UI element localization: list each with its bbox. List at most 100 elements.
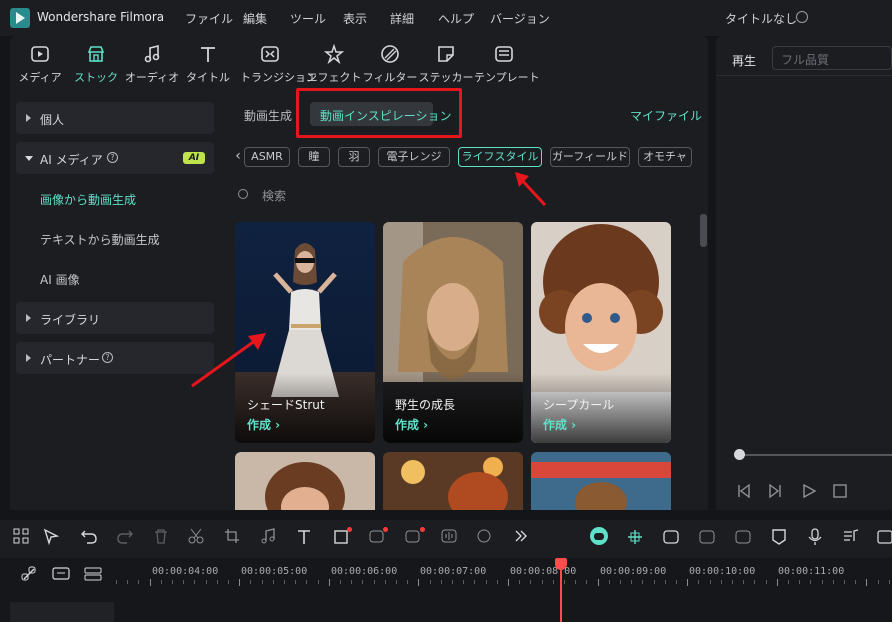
notification-dot xyxy=(347,527,352,532)
sidebar-sub-image-to-video[interactable]: 画像から動画生成 xyxy=(40,191,136,208)
tab-sticker[interactable]: ステッカー xyxy=(416,40,476,85)
music-list-icon[interactable] xyxy=(842,528,860,546)
audio-wave-icon[interactable] xyxy=(441,528,457,544)
ruler-tick xyxy=(306,580,307,584)
red-arrow-annotation xyxy=(515,172,547,207)
ruler-tick xyxy=(452,580,453,584)
tab-video-generate[interactable]: 動画生成 xyxy=(244,107,292,124)
sidebar-sub-ai-image[interactable]: AI 画像 xyxy=(40,271,80,288)
ruler-tick xyxy=(833,580,834,584)
ruler-tick xyxy=(284,580,285,584)
export-frame-icon[interactable] xyxy=(876,528,892,546)
check-circle-icon[interactable] xyxy=(796,11,808,23)
text-tool-icon[interactable] xyxy=(296,528,314,546)
ai-clip-icon[interactable] xyxy=(734,528,752,546)
menu-version[interactable]: バージョン xyxy=(490,10,550,27)
layout-grid-icon[interactable] xyxy=(13,528,29,544)
marker-icon[interactable] xyxy=(770,528,788,546)
auto-edit-icon[interactable] xyxy=(662,528,680,546)
preview-progress-knob[interactable] xyxy=(734,449,745,460)
track-settings-icon[interactable] xyxy=(84,567,102,581)
chip-toy[interactable]: オモチャ xyxy=(638,147,692,167)
tab-effect[interactable]: エフェクト xyxy=(304,40,364,85)
menu-edit[interactable]: 編集 xyxy=(243,10,267,27)
create-button[interactable]: 作成 › xyxy=(247,416,280,433)
select-cursor-icon[interactable] xyxy=(43,528,61,546)
preview-progress-track[interactable] xyxy=(736,454,892,456)
sidebar-item-ai-media[interactable]: AI メディア ? AI xyxy=(16,142,214,174)
more-tools-icon[interactable] xyxy=(514,528,528,544)
sidebar-sub-text-to-video[interactable]: テキストから動画生成 xyxy=(40,231,160,248)
template-card[interactable]: シープカール 作成 › xyxy=(531,222,671,443)
tab-effect-label: エフェクト xyxy=(306,71,362,84)
link-icon[interactable] xyxy=(21,566,37,582)
video-effect-icon[interactable] xyxy=(698,528,716,546)
undo-icon[interactable] xyxy=(81,528,97,544)
tab-template[interactable]: テンプレート xyxy=(474,40,540,85)
ruler-tick xyxy=(497,580,498,584)
tab-filter[interactable]: フィルター xyxy=(360,40,420,85)
ruler-tick xyxy=(530,580,531,584)
menu-file[interactable]: ファイル xyxy=(185,10,233,27)
chip-asmr[interactable]: ASMR xyxy=(244,147,290,167)
chip-pupil[interactable]: 瞳 xyxy=(298,147,330,167)
audio-icon xyxy=(144,44,160,63)
search-input[interactable]: 検索 xyxy=(262,187,286,204)
menu-help[interactable]: ヘルプ xyxy=(438,10,474,27)
chip-lifestyle[interactable]: ライフスタイル xyxy=(458,147,542,167)
snap-icon[interactable] xyxy=(626,528,644,546)
template-card-partial[interactable] xyxy=(383,452,523,510)
menu-view[interactable]: 表示 xyxy=(343,10,367,27)
stop-icon[interactable] xyxy=(833,484,847,498)
ai-assistant-icon[interactable] xyxy=(589,526,609,546)
redo-icon[interactable] xyxy=(117,528,133,544)
sidebar-item-library[interactable]: ライブラリ xyxy=(16,302,214,334)
chip-feather[interactable]: 羽 xyxy=(338,147,370,167)
tab-title[interactable]: タイトル xyxy=(178,40,238,85)
ai-text-icon[interactable] xyxy=(405,528,421,544)
chip-garfield[interactable]: ガーフィールド xyxy=(550,147,630,167)
highlight-box xyxy=(296,88,462,138)
playhead-handle[interactable] xyxy=(555,558,567,570)
menu-advanced[interactable]: 詳細 xyxy=(390,10,414,27)
play-icon[interactable] xyxy=(802,484,816,498)
previous-frame-icon[interactable] xyxy=(736,484,750,498)
help-icon[interactable]: ? xyxy=(107,152,118,163)
ruler-tick xyxy=(609,580,610,584)
chip-microwave[interactable]: 電子レンジ xyxy=(378,147,450,167)
card-thumbnail xyxy=(265,462,345,510)
ruler-tick xyxy=(430,580,431,584)
quality-select[interactable]: フル品質 xyxy=(772,46,892,70)
create-button[interactable]: 作成 › xyxy=(543,416,576,433)
microphone-icon[interactable] xyxy=(806,528,824,546)
my-files-link[interactable]: マイファイル xyxy=(630,107,702,124)
sticker-tool-icon[interactable] xyxy=(476,528,492,544)
ruler-tick xyxy=(553,580,554,584)
tab-media[interactable]: メディア xyxy=(10,40,70,85)
tab-stock[interactable]: ストック xyxy=(66,40,126,85)
crop-icon[interactable] xyxy=(224,528,240,544)
scrollbar-thumb[interactable] xyxy=(700,214,707,247)
menu-tools[interactable]: ツール xyxy=(290,10,326,27)
track-link-icon[interactable] xyxy=(52,567,70,581)
tab-transition[interactable]: トランジション xyxy=(240,40,317,85)
sidebar-item-personal[interactable]: 個人 xyxy=(16,102,214,134)
delete-icon[interactable] xyxy=(153,528,169,544)
ruler-tick xyxy=(598,579,599,586)
sidebar-item-partner[interactable]: パートナー ? xyxy=(16,342,214,374)
scissors-icon[interactable] xyxy=(188,528,204,544)
ruler-tick xyxy=(206,580,207,584)
ruler-tick xyxy=(788,580,789,584)
template-card-partial[interactable] xyxy=(235,452,375,510)
template-card-partial[interactable] xyxy=(531,452,671,510)
ruler-time-label: 00:00:09:00 xyxy=(600,566,667,577)
template-card[interactable]: 野生の成長 作成 › xyxy=(383,222,523,443)
help-icon[interactable]: ? xyxy=(102,352,113,363)
audio-track-icon[interactable] xyxy=(260,528,276,544)
expand-arrow-icon xyxy=(26,314,31,322)
tab-audio[interactable]: オーディオ xyxy=(122,40,182,85)
ruler-tick xyxy=(362,580,363,584)
ruler-tick xyxy=(710,580,711,584)
next-frame-icon[interactable] xyxy=(769,484,783,498)
create-button[interactable]: 作成 › xyxy=(395,416,428,433)
